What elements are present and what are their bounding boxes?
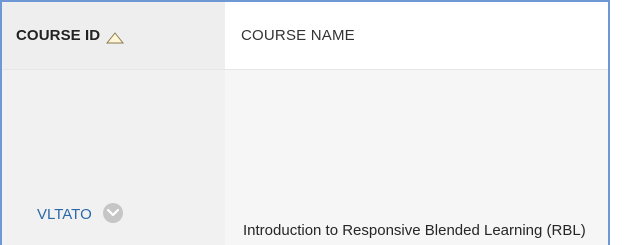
chevron-down-icon [107, 209, 119, 217]
course-id-link[interactable]: VLTATO [37, 206, 92, 223]
table-header: COURSE ID COURSE NAME [2, 2, 608, 70]
course-id-cell: VLTATO [2, 70, 225, 245]
sort-ascending-icon [106, 31, 125, 43]
course-id-header-label: COURSE ID [16, 27, 101, 44]
table-row: VLTATO Introduction to Responsive Blende… [2, 70, 608, 245]
course-name-column-header[interactable]: COURSE NAME [225, 2, 608, 69]
course-name-cell: Introduction to Responsive Blended Learn… [225, 70, 608, 245]
course-name-text: Introduction to Responsive Blended Learn… [243, 222, 586, 239]
course-name-header-label: COURSE NAME [241, 27, 355, 44]
course-table: COURSE ID COURSE NAME VLTATO Introductio… [0, 0, 610, 245]
course-id-column-header[interactable]: COURSE ID [2, 2, 225, 69]
course-menu-button[interactable] [103, 203, 123, 223]
